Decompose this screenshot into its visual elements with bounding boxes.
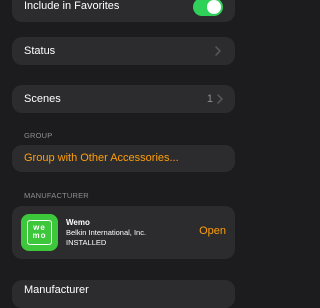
app-company: Belkin International, Inc.	[66, 228, 147, 237]
chevron-right-icon	[215, 46, 221, 56]
favorites-label: Include in Favorites	[24, 0, 120, 12]
toggle-knob	[207, 0, 221, 14]
wemo-logo-text: we mo	[32, 223, 47, 240]
group-action-link[interactable]: Group with Other Accessories...	[24, 152, 179, 164]
favorites-card: Include in Favorites	[12, 0, 235, 22]
wemo-logo-grid: we mo	[27, 220, 52, 245]
manufacturer-section-header: MANUFACTURER	[24, 191, 89, 200]
favorites-toggle[interactable]	[193, 0, 223, 16]
scenes-row[interactable]: Scenes 1	[12, 85, 235, 113]
manufacturer-row[interactable]: Manufacturer	[12, 280, 235, 308]
app-name: Wemo	[66, 218, 90, 227]
scenes-label: Scenes	[24, 93, 61, 105]
wemo-app-icon[interactable]: we mo	[21, 214, 58, 251]
app-install-status: INSTALLED	[66, 238, 107, 247]
status-row[interactable]: Status	[12, 37, 235, 65]
status-label: Status	[24, 45, 56, 57]
open-app-button[interactable]: Open	[199, 225, 226, 237]
manufacturer-app-card: we mo Wemo Belkin International, Inc. INS…	[12, 206, 235, 259]
group-section-header: GROUP	[24, 131, 53, 140]
group-action-row[interactable]: Group with Other Accessories...	[12, 145, 235, 172]
chevron-right-icon	[217, 94, 223, 104]
manufacturer-label: Manufacturer	[24, 284, 89, 296]
